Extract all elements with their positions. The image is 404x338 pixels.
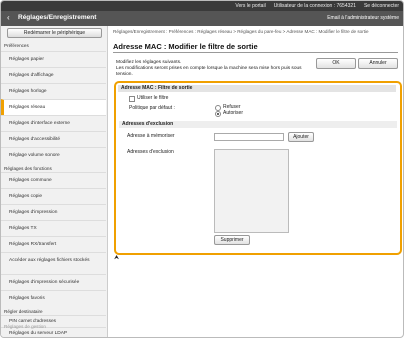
back-to-top-icon[interactable]: ⮝ bbox=[114, 255, 119, 262]
address-to-store-input[interactable] bbox=[214, 133, 284, 141]
breadcrumb: Réglages/Enregistrement : Préférences : … bbox=[113, 29, 369, 34]
sidebar-item-volume[interactable]: Réglage volume sonore bbox=[1, 147, 106, 163]
sidebar-item-common[interactable]: Réglages commune bbox=[1, 172, 106, 188]
panel-header: Adresse MAC : Filtre de sortie bbox=[118, 85, 396, 92]
exception-subheader: Adresses d'exclusion bbox=[119, 121, 397, 128]
sidebar: Redémarrer le périphérique Préférences R… bbox=[1, 26, 108, 337]
sidebar-item-clock[interactable]: Réglages horloge bbox=[1, 83, 106, 99]
cancel-button[interactable]: Annuler bbox=[358, 58, 398, 69]
restart-device-button[interactable]: Redémarrer le périphérique bbox=[7, 28, 102, 38]
exception-address-list[interactable] bbox=[214, 149, 289, 233]
sidebar-heading-management: Réglages de gestion bbox=[4, 324, 46, 329]
sidebar-item-stored-files[interactable]: Accéder aux réglages fichiers stockés bbox=[1, 252, 106, 274]
logout-link[interactable]: Se déconnecter bbox=[364, 3, 399, 9]
browser-frame: Vers le portail Utilisateur de la connex… bbox=[0, 0, 404, 338]
main-content: Réglages/Enregistrement : Préférences : … bbox=[108, 26, 403, 337]
mac-filter-panel: Adresse MAC : Filtre de sortie Utiliser … bbox=[114, 81, 402, 255]
address-to-store-label: Adresse à mémoriser bbox=[127, 133, 175, 139]
sidebar-item-print[interactable]: Réglages d'impression bbox=[1, 204, 106, 220]
sidebar-item-display[interactable]: Réglages d'affichage bbox=[1, 67, 106, 83]
sidebar-item-favorites[interactable]: Réglages favoris bbox=[1, 290, 106, 306]
page-description: Modifiez les réglages suivants. Les modi… bbox=[116, 60, 316, 78]
ok-button[interactable]: OK bbox=[316, 58, 356, 69]
app-title: Réglages/Enregistrement bbox=[18, 14, 97, 21]
sidebar-item-copy[interactable]: Réglages copie bbox=[1, 188, 106, 204]
sidebar-item-secure-print[interactable]: Réglages d'impression sécurisée bbox=[1, 274, 106, 290]
sidebar-item-accessibility[interactable]: Réglages d'accessibilité bbox=[1, 131, 106, 147]
default-policy-label: Politique par défaut : bbox=[129, 105, 175, 111]
sidebar-heading-destination: Régler destinataire bbox=[4, 309, 43, 314]
use-filter-label: Utiliser le filtre bbox=[137, 95, 169, 101]
sidebar-heading-functions: Réglages des fonctions bbox=[4, 166, 52, 171]
title-bar: ‹ Réglages/Enregistrement Email à l'admi… bbox=[1, 11, 403, 26]
page-title: Adresse MAC : Modifier le filtre de sort… bbox=[113, 42, 258, 51]
sidebar-heading-preferences: Préférences bbox=[4, 43, 29, 48]
title-divider bbox=[113, 52, 398, 53]
delete-button[interactable]: Supprimer bbox=[214, 235, 250, 245]
use-filter-checkbox[interactable] bbox=[129, 96, 135, 102]
sidebar-item-rx[interactable]: Réglages RX/transfert bbox=[1, 236, 106, 252]
sidebar-item-external-interface[interactable]: Réglages d'interface externe bbox=[1, 115, 106, 131]
add-button[interactable]: Ajouter bbox=[288, 132, 314, 142]
login-user: Utilisateur de la connexion : 7654321 bbox=[273, 3, 356, 9]
exception-list-label: Adresses d'exclusion bbox=[127, 149, 174, 155]
description-line-2: Les modifications seront prises en compt… bbox=[116, 66, 302, 77]
sidebar-item-paper[interactable]: Réglages papier bbox=[1, 51, 106, 67]
sidebar-item-tx[interactable]: Réglages TX bbox=[1, 220, 106, 236]
allow-label: Autoriser bbox=[223, 110, 244, 116]
sidebar-item-network[interactable]: Réglages réseau bbox=[1, 99, 106, 115]
admin-mail-link[interactable]: Email à l'administrateur système bbox=[327, 15, 399, 21]
top-bar: Vers le portail Utilisateur de la connex… bbox=[1, 1, 403, 11]
portal-link[interactable]: Vers le portail bbox=[235, 3, 265, 9]
allow-radio[interactable] bbox=[215, 111, 221, 117]
back-icon[interactable]: ‹ bbox=[7, 14, 14, 22]
